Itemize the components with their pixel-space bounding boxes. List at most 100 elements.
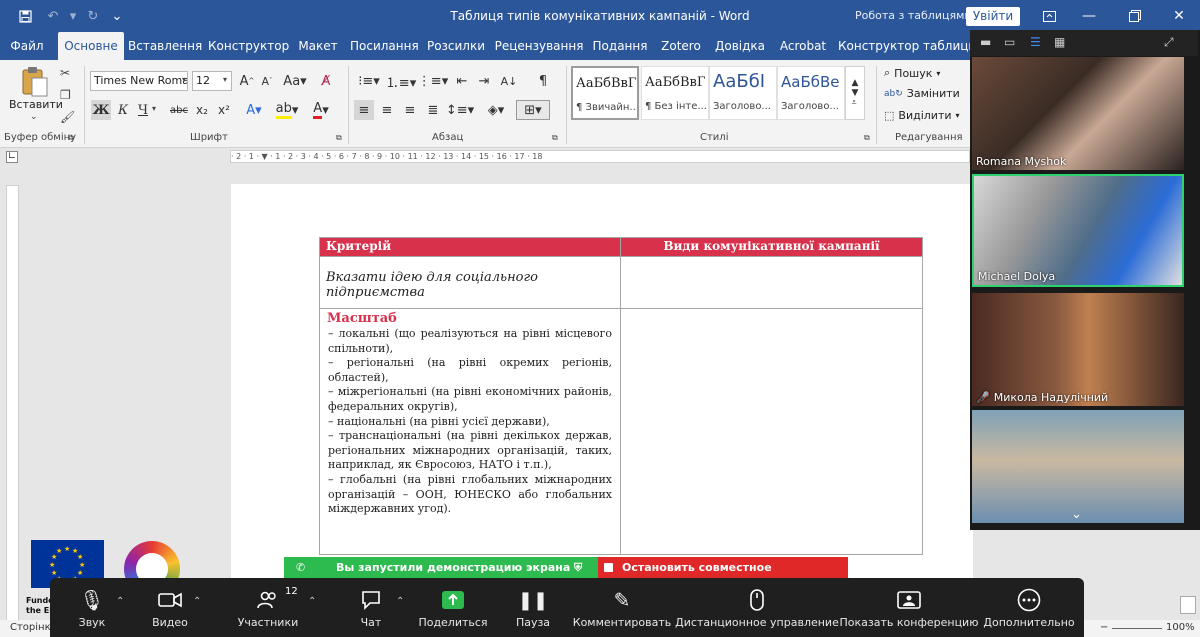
- font-size-dropdown-icon[interactable]: ▾: [223, 75, 227, 84]
- table-cell[interactable]: [620, 308, 923, 555]
- clear-formatting-icon[interactable]: A̸: [316, 71, 336, 91]
- share-screen-button[interactable]: Поделиться: [416, 578, 490, 637]
- underline-dropdown-icon[interactable]: ▾: [152, 104, 156, 113]
- stop-share-button[interactable]: Остановить совместное использование: [598, 557, 848, 595]
- tab-home[interactable]: Основне: [58, 32, 124, 60]
- cut-icon[interactable]: ✂: [60, 66, 70, 80]
- horizontal-ruler[interactable]: · 2 · 1 · ▼ · 1 · 2 · 3 · 4 · 5 · 6 · 7 …: [230, 150, 970, 163]
- text-effects-icon[interactable]: A▾: [240, 100, 268, 120]
- font-name-input[interactable]: Times New Roma: [90, 71, 188, 91]
- align-right-icon[interactable]: ≡: [400, 100, 420, 120]
- copy-icon[interactable]: ❐: [60, 88, 71, 102]
- header-campaign-types[interactable]: Види комунікативної кампанії: [620, 237, 923, 257]
- shading-icon[interactable]: ◈▾: [482, 100, 510, 120]
- customize-quick-access-icon[interactable]: ⌄: [106, 0, 128, 32]
- criteria-table[interactable]: Критерій Види комунікативної кампанії Вк…: [319, 237, 923, 555]
- table-cell[interactable]: Масштаб – локальні (що реалізуються на р…: [319, 308, 621, 555]
- find-dropdown-icon[interactable]: ▾: [936, 69, 940, 78]
- grid-view-icon[interactable]: ▦: [1054, 35, 1065, 49]
- styles-launcher-icon[interactable]: ⧉: [864, 133, 870, 143]
- more-button[interactable]: Дополнительно: [983, 578, 1075, 637]
- bullets-icon[interactable]: ⁝≡▾: [354, 71, 384, 91]
- zoom-slider[interactable]: [1112, 628, 1162, 629]
- font-color-icon[interactable]: A ▾: [306, 100, 336, 120]
- expand-icon[interactable]: ⤢: [1164, 35, 1174, 50]
- tab-help[interactable]: Довідка: [712, 32, 768, 60]
- table-cell[interactable]: [620, 256, 923, 309]
- style-heading-2[interactable]: АаБбВе Заголово...: [777, 66, 845, 120]
- participants-options-icon[interactable]: ⌃: [308, 596, 316, 607]
- tab-review[interactable]: Рецензування: [494, 32, 584, 60]
- select-dropdown-icon[interactable]: ▾: [956, 111, 960, 120]
- paste-dropdown-icon[interactable]: ⌄: [30, 112, 38, 122]
- underline-icon[interactable]: Ч: [134, 100, 152, 120]
- tab-layout[interactable]: Макет: [294, 32, 342, 60]
- tab-view[interactable]: Подання: [590, 32, 650, 60]
- paragraph-launcher-icon[interactable]: ⧉: [552, 133, 558, 143]
- table-cell[interactable]: Вказати ідею для соціального підприємств…: [319, 256, 621, 309]
- multilevel-list-icon[interactable]: ⋮≡▾: [418, 71, 448, 91]
- italic-icon[interactable]: К: [114, 100, 132, 120]
- tab-mailings[interactable]: Розсилки: [426, 32, 486, 60]
- participant-tile[interactable]: Romana Myshok: [972, 57, 1184, 170]
- style-heading-1[interactable]: АаБбI Заголово...: [709, 66, 777, 120]
- login-button[interactable]: Увійти: [966, 7, 1020, 26]
- strip-view-icon[interactable]: ☰: [1030, 35, 1041, 49]
- restore-icon[interactable]: [1118, 0, 1152, 32]
- subscript-icon[interactable]: x₂: [192, 100, 212, 120]
- clipboard-launcher-icon[interactable]: ⧉: [68, 133, 74, 143]
- font-launcher-icon[interactable]: ⧉: [336, 133, 342, 143]
- paste-label[interactable]: Вставити: [9, 98, 63, 111]
- numbering-icon[interactable]: ⒈≡▾: [386, 71, 416, 91]
- select-button[interactable]: ⬚ Виділити ▾: [884, 109, 960, 122]
- ribbon-display-icon[interactable]: [1032, 0, 1066, 32]
- bold-icon[interactable]: Ж: [91, 100, 111, 120]
- scrollbar-thumb[interactable]: [1180, 596, 1196, 614]
- participant-tile[interactable]: 🎤̸ Микола Надулічний: [972, 293, 1184, 406]
- tab-zotero[interactable]: Zotero: [656, 32, 706, 60]
- styles-more-icon[interactable]: ▲ ▼ ⩡: [845, 66, 865, 120]
- pause-share-button[interactable]: ❚❚ Пауза: [510, 578, 556, 637]
- video-button[interactable]: Видео: [140, 578, 200, 637]
- show-meeting-button[interactable]: Показать конференцию: [840, 578, 978, 637]
- line-spacing-icon[interactable]: ↕≡▾: [446, 100, 474, 120]
- single-view-icon[interactable]: ▭: [1004, 35, 1015, 49]
- paste-icon[interactable]: [20, 66, 50, 101]
- style-normal[interactable]: АаБбВвГ ¶ Звичайн...: [571, 66, 639, 120]
- find-button[interactable]: ⌕ Пошук ▾: [884, 66, 940, 80]
- save-icon[interactable]: [14, 0, 36, 32]
- scroll-participants-down-icon[interactable]: ⌄: [1071, 507, 1082, 522]
- change-case-icon[interactable]: Aa▾: [282, 71, 308, 91]
- align-center-icon[interactable]: ≡: [377, 100, 397, 120]
- remote-control-button[interactable]: Дистанционное управление: [675, 578, 839, 637]
- minimize-icon[interactable]: —: [1072, 0, 1106, 32]
- tab-references[interactable]: Посилання: [350, 32, 419, 60]
- tab-file[interactable]: Файл: [4, 32, 50, 60]
- chat-button[interactable]: Чат: [346, 578, 396, 637]
- video-options-icon[interactable]: ⌃: [193, 596, 201, 607]
- highlight-color-icon[interactable]: ab ▾: [272, 100, 302, 120]
- tab-table-design[interactable]: Конструктор таблиць: [838, 32, 975, 60]
- zoom-out-icon[interactable]: −: [1100, 622, 1108, 633]
- undo-dropdown-icon[interactable]: ▾: [62, 0, 84, 32]
- participant-tile-active[interactable]: Michael Dolya: [972, 174, 1184, 287]
- tab-acrobat[interactable]: Acrobat: [774, 32, 832, 60]
- justify-icon[interactable]: ≣: [423, 100, 443, 120]
- undo-icon[interactable]: ↶: [42, 0, 64, 32]
- vertical-ruler[interactable]: [6, 185, 19, 625]
- replace-button[interactable]: ab↻ Замінити: [884, 87, 960, 100]
- format-painter-icon[interactable]: 🖌: [60, 110, 75, 124]
- redo-icon[interactable]: ↻: [82, 0, 104, 32]
- chat-options-icon[interactable]: ⌃: [396, 596, 404, 607]
- close-icon[interactable]: ✕: [1162, 0, 1196, 32]
- minimize-panel-icon[interactable]: ▬: [980, 35, 991, 49]
- annotate-button[interactable]: ✎ Комментировать: [573, 578, 671, 637]
- increase-indent-icon[interactable]: ⇥: [474, 71, 494, 91]
- audio-button[interactable]: 🎙 Звук: [64, 578, 120, 637]
- align-left-icon[interactable]: ≡: [354, 100, 374, 120]
- show-formatting-marks-icon[interactable]: ¶: [534, 71, 552, 91]
- tab-selector-icon[interactable]: ∟: [6, 151, 18, 163]
- shrink-font-icon[interactable]: Aˇ: [258, 71, 276, 91]
- decrease-indent-icon[interactable]: ⇤: [452, 71, 472, 91]
- grow-font-icon[interactable]: A ^: [238, 71, 256, 91]
